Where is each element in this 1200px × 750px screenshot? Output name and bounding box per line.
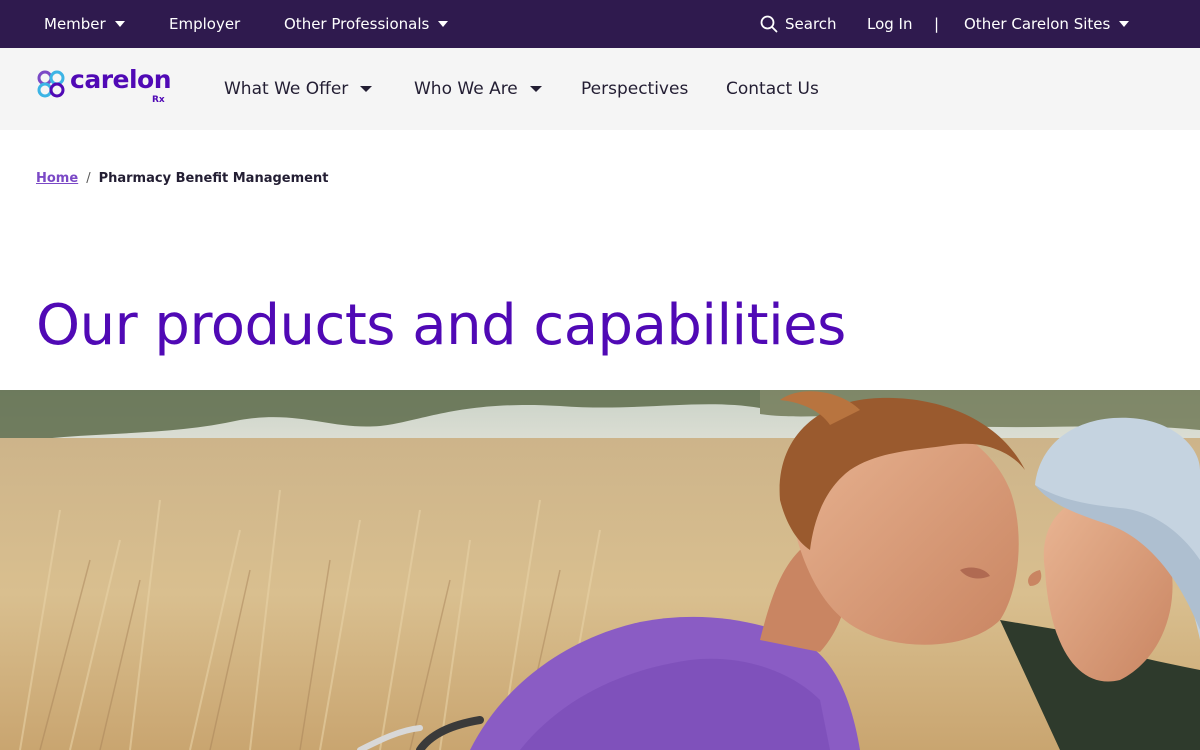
- employer-label: Employer: [169, 15, 241, 33]
- login-label: Log In: [867, 15, 913, 33]
- logo-wordmark: carelon: [70, 65, 172, 94]
- logo-suffix: Rx: [152, 95, 165, 105]
- search-icon: [760, 15, 778, 33]
- breadcrumb: Home / Pharmacy Benefit Management: [36, 171, 328, 186]
- nav-what-we-offer-label: What We Offer: [224, 79, 349, 99]
- chevron-down-icon: [114, 21, 125, 27]
- nav-who-we-are[interactable]: Who We Are: [414, 48, 542, 130]
- nav-what-we-offer[interactable]: What We Offer: [224, 48, 373, 130]
- member-menu[interactable]: Member: [44, 0, 125, 48]
- other-professionals-label: Other Professionals: [284, 15, 430, 33]
- breadcrumb-home-link[interactable]: Home: [36, 171, 78, 186]
- utility-bar: Member Employer Other Professionals Sear…: [0, 0, 1200, 48]
- nav-who-we-are-label: Who We Are: [414, 79, 518, 99]
- hero-illustration: [0, 390, 1200, 750]
- login-link[interactable]: Log In: [867, 0, 913, 48]
- chevron-down-icon: [529, 86, 542, 92]
- other-sites-label: Other Carelon Sites: [964, 15, 1111, 33]
- member-label: Member: [44, 15, 106, 33]
- carelon-mark-icon: [37, 70, 65, 98]
- main-nav: carelon Rx What We Offer Who We Are Pers…: [0, 48, 1200, 130]
- nav-perspectives[interactable]: Perspectives: [581, 48, 688, 130]
- search-button[interactable]: Search: [760, 0, 837, 48]
- breadcrumb-separator: /: [86, 171, 91, 186]
- other-carelon-sites-menu[interactable]: Other Carelon Sites: [964, 0, 1130, 48]
- hero-image: [0, 390, 1200, 750]
- nav-contact-us[interactable]: Contact Us: [726, 48, 819, 130]
- chevron-down-icon: [360, 86, 373, 92]
- chevron-down-icon: [438, 21, 449, 27]
- page-title: Our products and capabilities: [36, 293, 846, 358]
- other-professionals-menu[interactable]: Other Professionals: [284, 0, 449, 48]
- carelon-rx-logo[interactable]: carelon Rx: [36, 65, 176, 108]
- nav-perspectives-label: Perspectives: [581, 79, 689, 99]
- topbar-separator: |: [934, 15, 940, 33]
- employer-link[interactable]: Employer: [169, 0, 240, 48]
- chevron-down-icon: [1119, 21, 1130, 27]
- search-label: Search: [785, 15, 837, 33]
- nav-contact-us-label: Contact Us: [726, 79, 819, 99]
- breadcrumb-current: Pharmacy Benefit Management: [98, 171, 329, 186]
